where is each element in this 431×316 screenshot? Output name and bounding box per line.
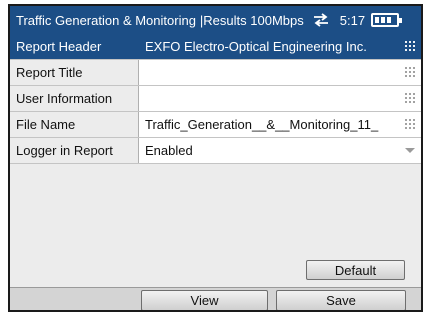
report-header-label: Report Header: [10, 34, 138, 59]
title-bar: Traffic Generation & Monitoring |Results…: [10, 6, 421, 34]
battery-icon: [371, 13, 403, 27]
default-button[interactable]: Default: [306, 260, 405, 280]
logger-in-report-label: Logger in Report: [10, 138, 138, 163]
report-title-label: Report Title: [10, 60, 138, 85]
keyboard-grid-icon[interactable]: [404, 66, 416, 78]
keyboard-grid-icon[interactable]: [404, 92, 416, 104]
user-information-field[interactable]: [138, 86, 421, 111]
file-name-field[interactable]: Traffic_Generation__&__Monitoring_11_: [138, 112, 421, 137]
logger-in-report-select[interactable]: Enabled: [138, 138, 421, 163]
keyboard-grid-icon[interactable]: [404, 40, 416, 52]
view-button[interactable]: View: [141, 290, 268, 310]
row-logger-in-report[interactable]: Logger in Report Enabled: [10, 138, 421, 164]
report-header-field[interactable]: EXFO Electro-Optical Engineering Inc.: [138, 34, 421, 59]
row-report-title[interactable]: Report Title: [10, 60, 421, 86]
report-header-value: EXFO Electro-Optical Engineering Inc.: [145, 39, 367, 54]
file-name-label: File Name: [10, 112, 138, 137]
save-button[interactable]: Save: [276, 290, 406, 310]
transfer-arrows-icon: [313, 13, 328, 27]
row-user-information[interactable]: User Information: [10, 86, 421, 112]
chevron-down-icon[interactable]: [405, 148, 415, 153]
context-title: |Results 100Mbps: [199, 12, 304, 28]
report-title-field[interactable]: [138, 60, 421, 85]
keyboard-grid-icon[interactable]: [404, 118, 416, 130]
user-information-label: User Information: [10, 86, 138, 111]
report-settings-list: Report Header EXFO Electro-Optical Engin…: [10, 34, 421, 164]
clock: 5:17: [339, 12, 366, 28]
file-name-value: Traffic_Generation__&__Monitoring_11_: [145, 117, 379, 132]
logger-in-report-value: Enabled: [145, 143, 193, 158]
row-file-name[interactable]: File Name Traffic_Generation__&__Monitor…: [10, 112, 421, 138]
app-title: Traffic Generation & Monitoring: [16, 12, 196, 28]
device-screen: Traffic Generation & Monitoring |Results…: [8, 4, 423, 312]
row-report-header[interactable]: Report Header EXFO Electro-Optical Engin…: [10, 34, 421, 60]
